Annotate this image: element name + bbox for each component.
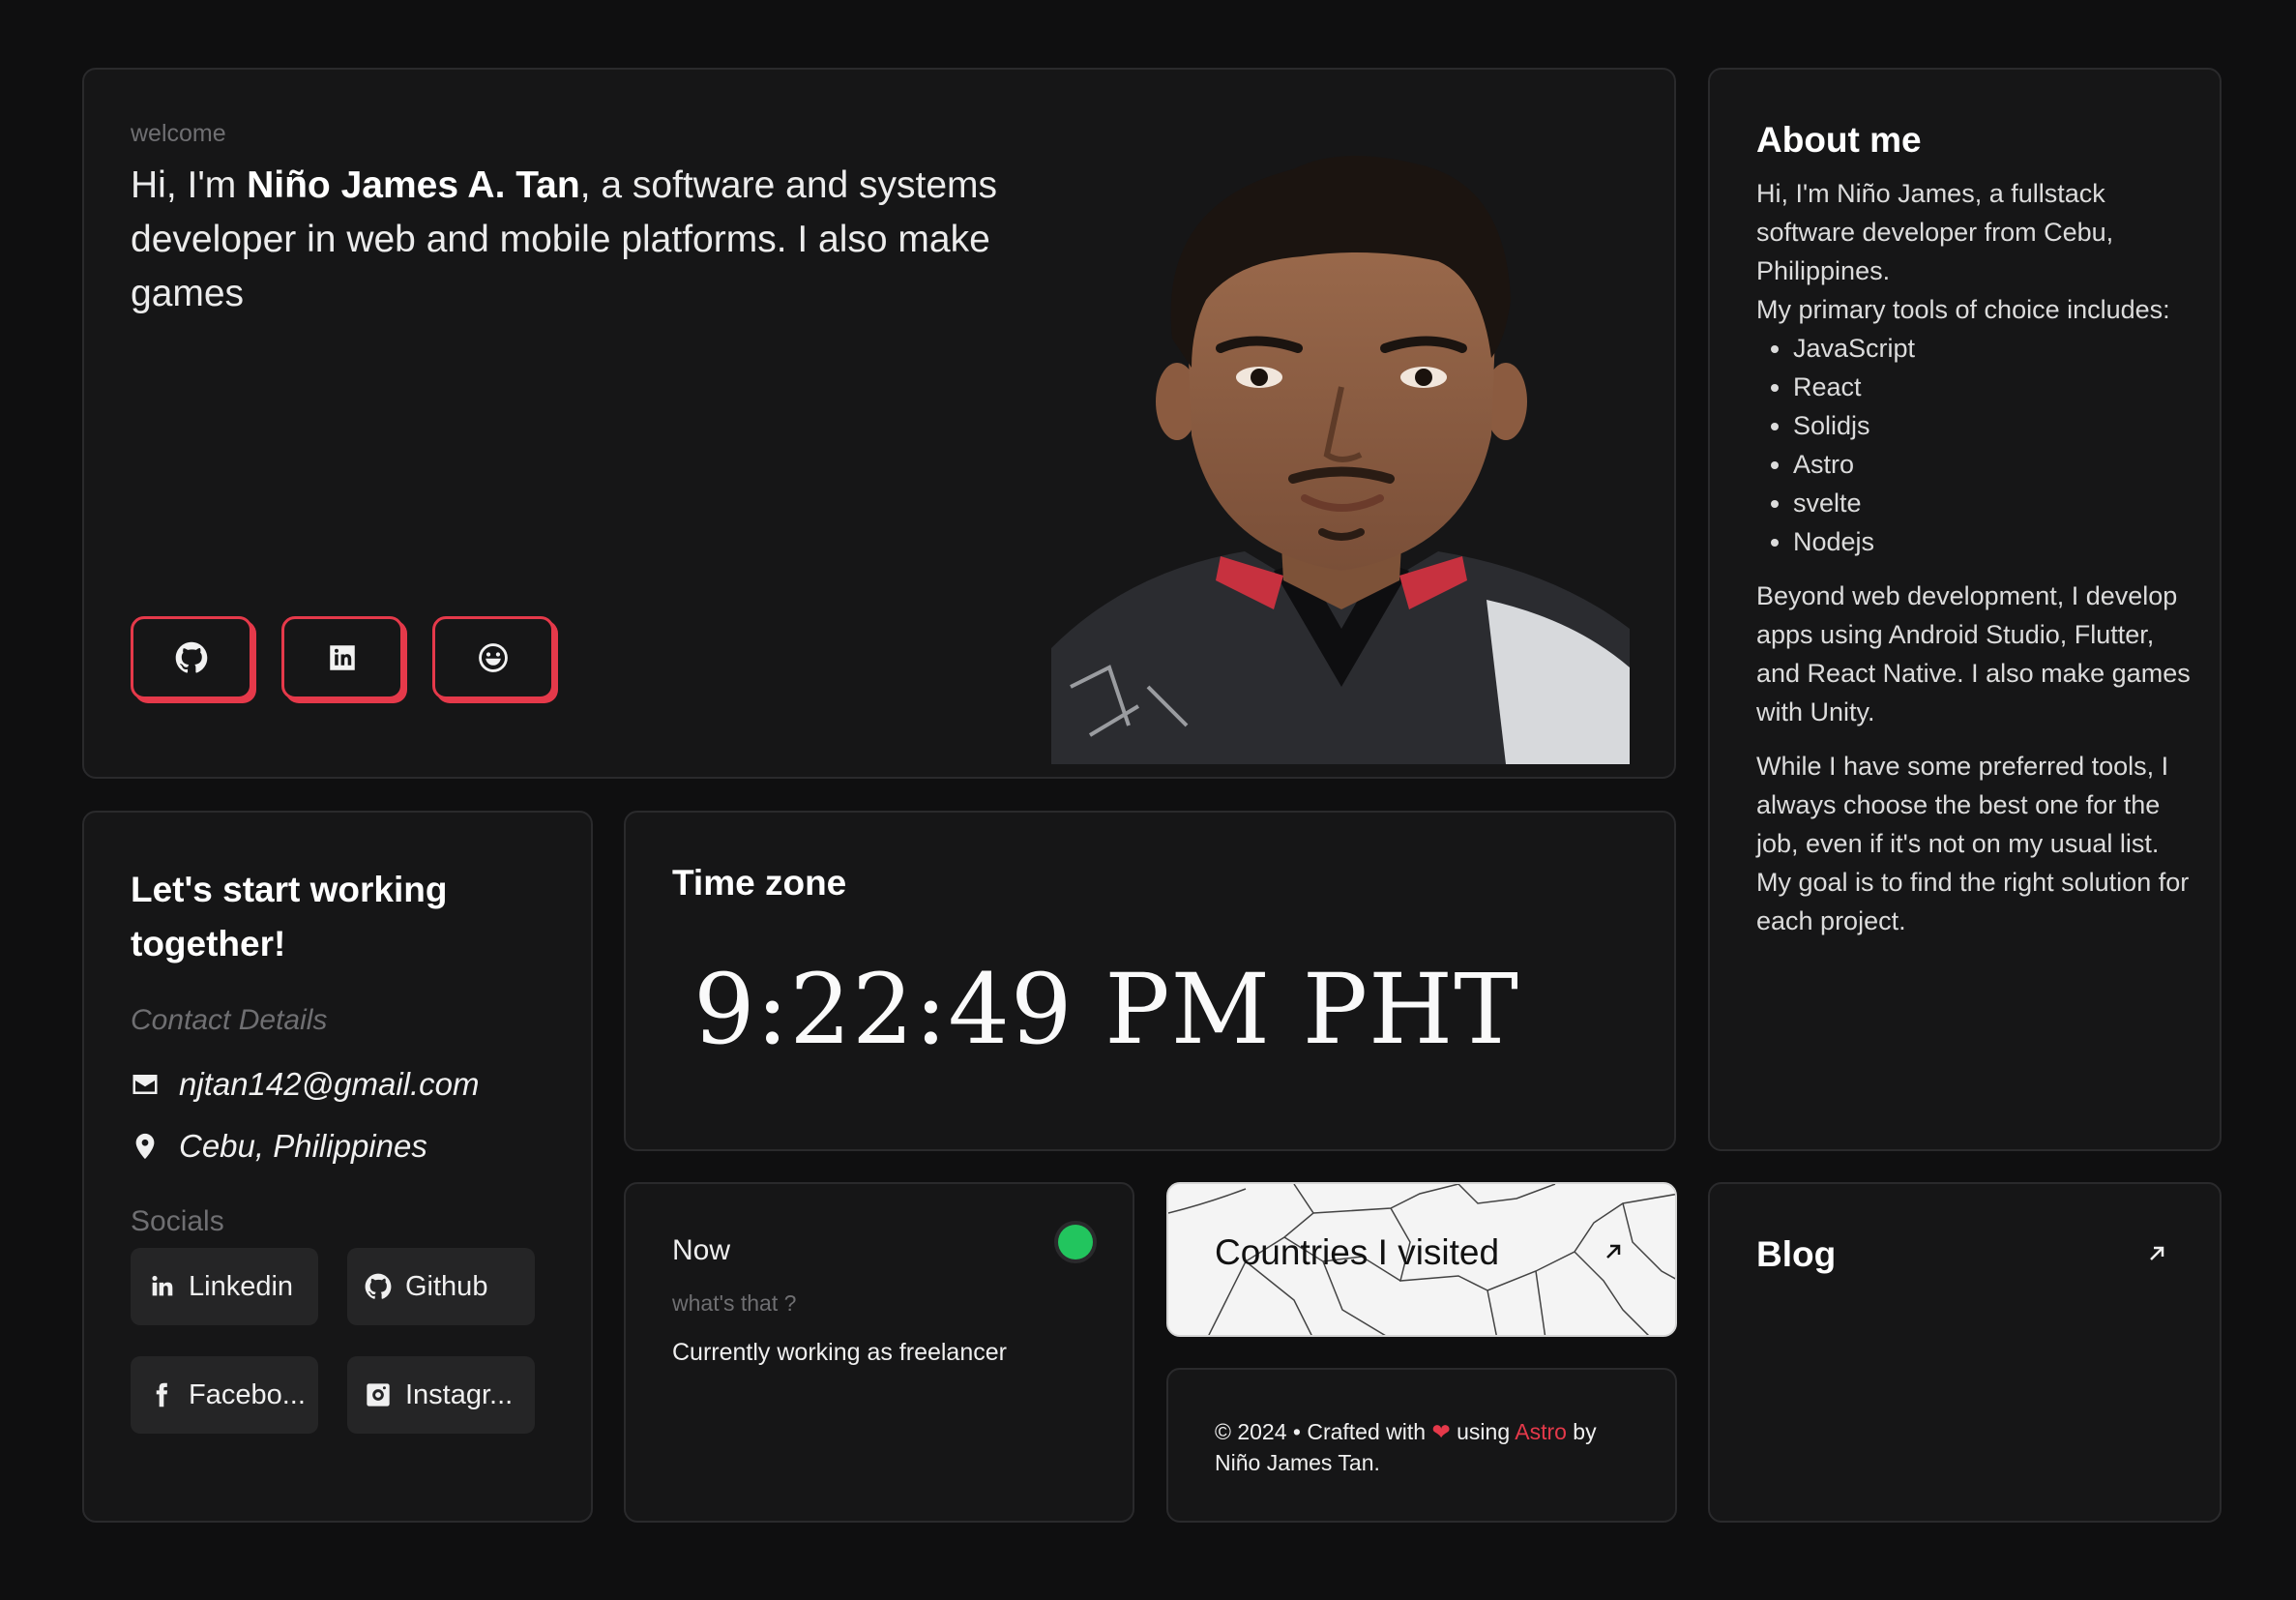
pill-label: Linkedin [189,1270,294,1302]
countries-label: Countries I visited [1215,1232,1500,1272]
intro-text: Hi, I'm [131,164,248,206]
now-status: Currently working as freelancer [672,1339,1007,1366]
pill-label: Facebo... [189,1378,306,1410]
hero-intro: Hi, I'm Niño James A. Tan, a software an… [131,159,1001,321]
profile-photo [1051,156,1630,764]
list-item: Nodejs [1793,522,2192,561]
about-body: Hi, I'm Niño James, a fullstack software… [1756,174,2192,940]
hero-card: welcome Hi, I'm Niño James A. Tan, a sof… [82,68,1676,779]
list-item: Astro [1793,445,2192,484]
smiley-button[interactable] [432,616,554,699]
list-item: Solidjs [1793,406,2192,445]
about-tools-intro: My primary tools of choice includes: [1756,295,2170,324]
now-card: Now what's that ? Currently working as f… [624,1182,1134,1523]
footer-middle: using [1450,1419,1516,1444]
arrow-up-right-icon [1606,1244,1621,1259]
instagram-link[interactable]: Instagr... [347,1356,535,1434]
now-title: Now [672,1234,731,1266]
intro-name: Niño James A. Tan [247,164,580,206]
now-question: what's that ? [672,1290,797,1316]
tools-list: JavaScript React Solidjs Astro svelte No… [1756,329,2192,561]
linkedin-icon [330,645,355,670]
github-link[interactable]: Github [347,1248,535,1325]
about-paragraph: While I have some preferred tools, I alw… [1756,752,2190,935]
contact-title: Let's start working together! [131,870,448,963]
timezone-title: Time zone [672,863,847,903]
contact-card: Let's start working together! Contact De… [82,811,593,1523]
footer-prefix: © 2024 • Crafted with [1215,1419,1432,1444]
instagram-icon [367,1383,390,1407]
linkedin-link[interactable]: Linkedin [131,1248,318,1325]
location-text: Cebu, Philippines [179,1128,427,1164]
linkedin-icon [152,1275,173,1296]
github-button[interactable] [131,616,252,699]
pill-label: Instagr... [405,1378,514,1410]
socials-label: Socials [131,1205,224,1237]
list-item: React [1793,368,2192,406]
footer-text: © 2024 • Crafted with ❤ using Astro by N… [1215,1416,1640,1478]
about-paragraph: Beyond web development, I develop apps u… [1756,581,2191,726]
pill-label: Github [405,1270,488,1302]
about-title: About me [1756,120,1922,160]
about-intro: Hi, I'm Niño James, a fullstack software… [1756,179,2114,285]
smiley-icon [479,643,508,672]
email-link[interactable]: njtan142@gmail.com [131,1066,480,1103]
facebook-link[interactable]: Facebo... [131,1356,318,1434]
facebook-icon [156,1382,168,1407]
countries-card[interactable]: Countries I visited [1166,1182,1677,1337]
mail-icon [132,1075,158,1094]
github-icon [175,641,208,673]
blog-card[interactable]: Blog [1708,1182,2222,1523]
arrow-up-right-icon [2150,1246,2164,1260]
list-item: svelte [1793,484,2192,522]
timezone-card: Time zone 9:22:49 PM PHT [624,811,1676,1151]
contact-details-label: Contact Details [131,1004,328,1036]
heart-icon: ❤ [1431,1419,1451,1444]
about-card: About me Hi, I'm Niño James, a fullstack… [1708,68,2222,1151]
github-icon [365,1273,392,1299]
list-item: JavaScript [1793,329,2192,368]
location-pin-icon [135,1133,155,1160]
clock-display: 9:22:49 PM PHT [693,953,1519,1066]
welcome-label: welcome [131,120,226,147]
status-dot [1058,1225,1093,1259]
location-line: Cebu, Philippines [131,1128,427,1165]
astro-link[interactable]: Astro [1515,1419,1567,1444]
footer-card: © 2024 • Crafted with ❤ using Astro by N… [1166,1368,1677,1523]
linkedin-button[interactable] [281,616,403,699]
email-text: njtan142@gmail.com [179,1066,480,1102]
blog-title: Blog [1756,1234,1837,1274]
